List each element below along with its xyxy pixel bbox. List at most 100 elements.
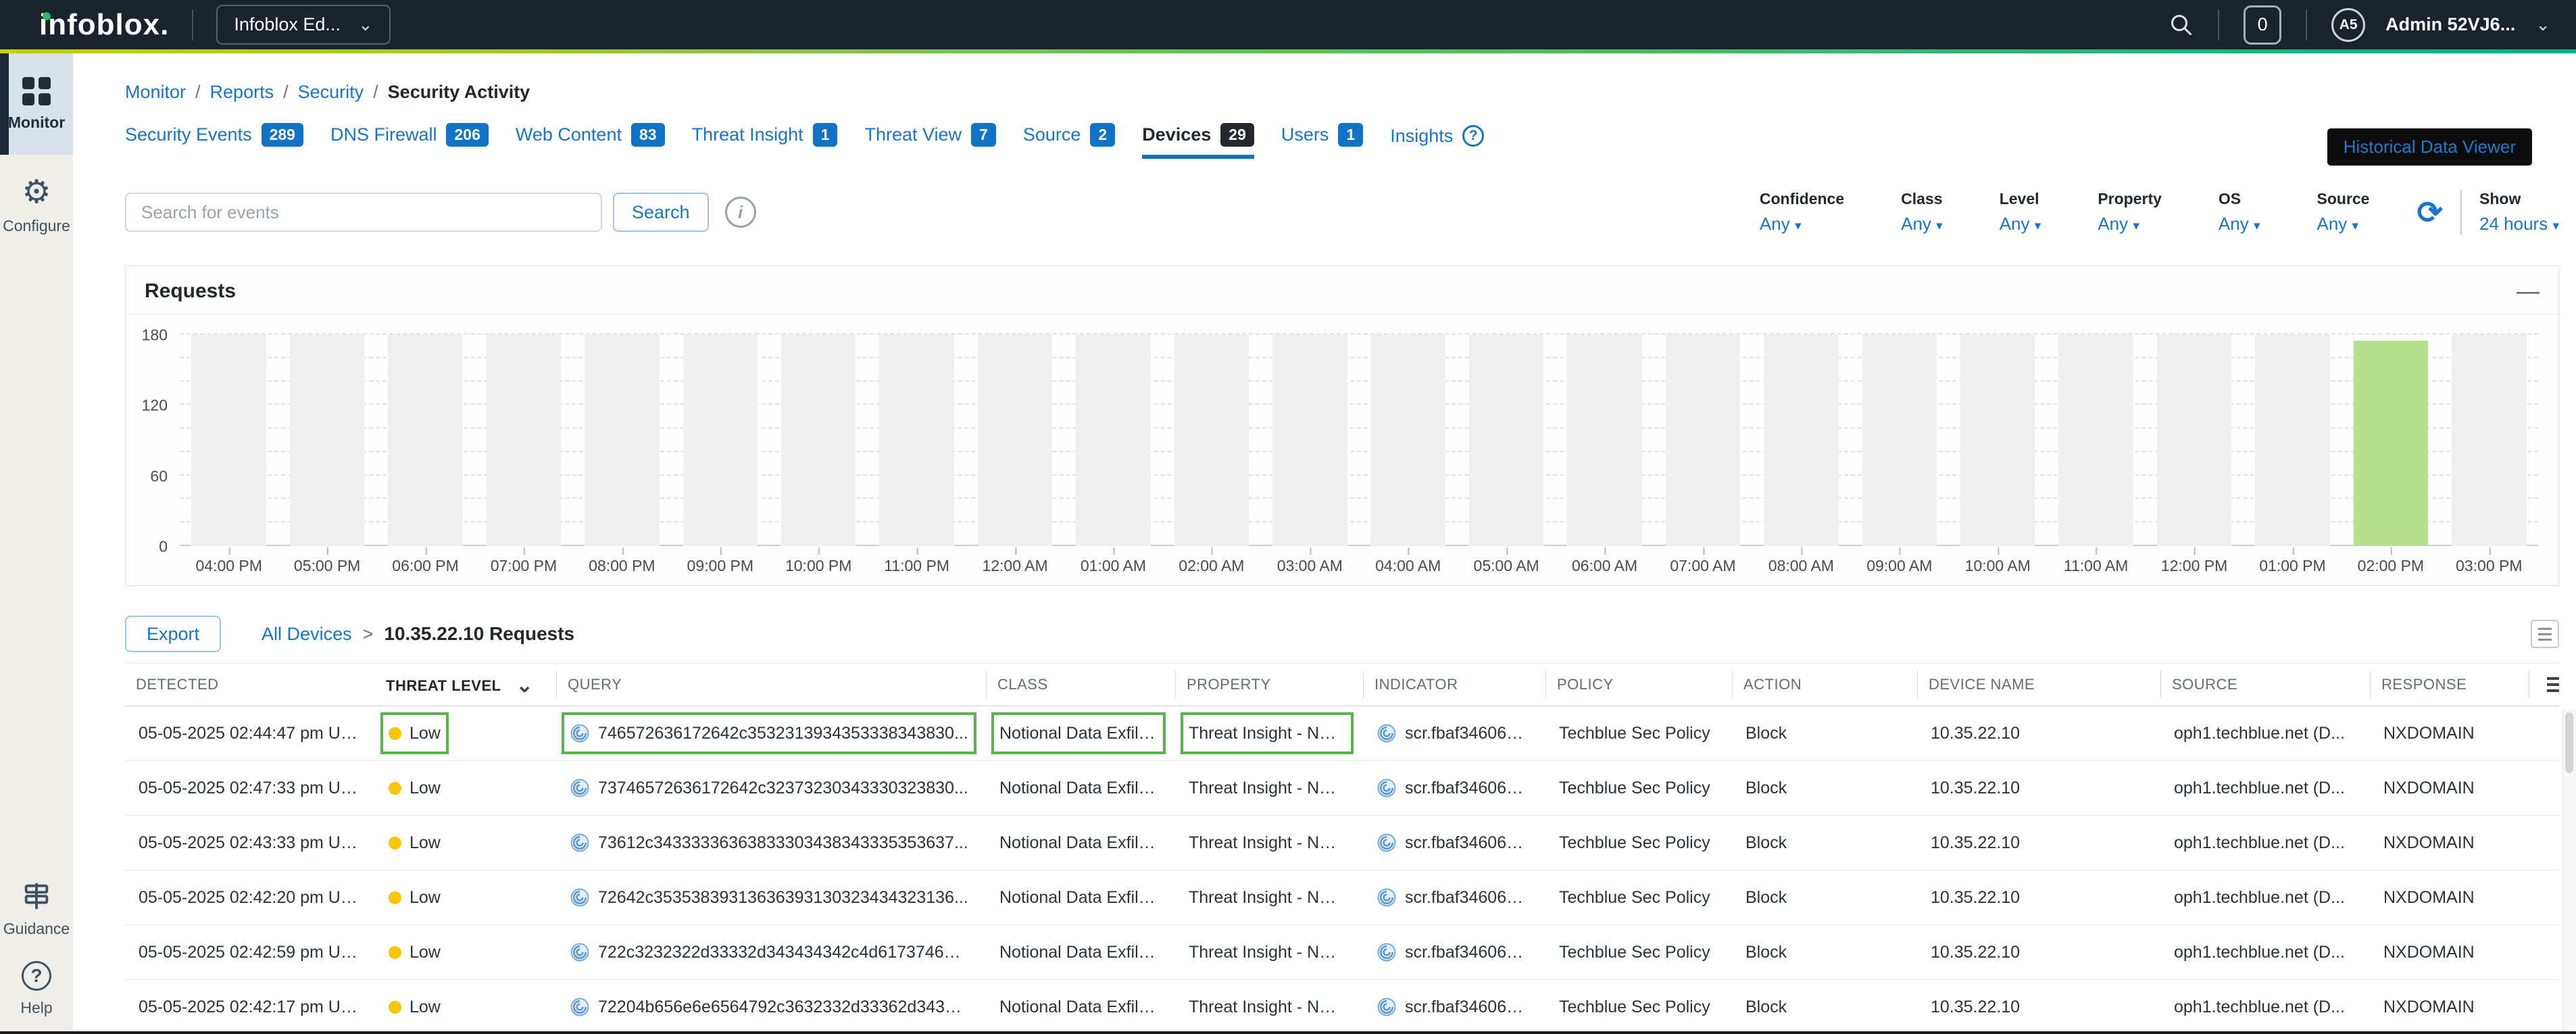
property-cell: Threat Insight - Notio... (1181, 931, 1354, 973)
policy-cell: Techblue Sec Policy (1559, 998, 1710, 1017)
user-menu-label[interactable]: Admin 52VJ6... (2385, 14, 2515, 35)
refresh-icon[interactable]: ⟳ (2417, 194, 2443, 230)
scrollbar-thumb[interactable] (2565, 712, 2573, 773)
filter-dropdown[interactable]: Any ▾ (2219, 214, 2260, 235)
all-devices-link[interactable]: All Devices (262, 624, 352, 645)
tab-threat-insight[interactable]: Threat Insight1 (692, 123, 838, 159)
threat-indicator-icon[interactable] (570, 833, 590, 853)
search-icon[interactable] (2169, 13, 2194, 37)
query-cell: 73612c34333336363833303438343335353637..… (562, 822, 976, 864)
threat-indicator-icon[interactable] (1377, 887, 1397, 908)
tab-web-content[interactable]: Web Content83 (516, 123, 665, 159)
table-row[interactable]: 05-05-2025 02:43:33 pm UTC Low 73612c343… (125, 816, 2559, 870)
column-header-query[interactable]: QUERY (556, 671, 986, 698)
action-cell: Block (1745, 998, 1787, 1017)
info-icon[interactable]: i (725, 197, 756, 228)
sidebar-item-configure[interactable]: ⚙ Configure (0, 155, 73, 256)
x-axis-tick-label: 08:00 PM (589, 557, 655, 575)
table-row[interactable]: 05-05-2025 02:47:33 pm UTC Low 737465726… (125, 761, 2559, 816)
x-axis-tick-label: 04:00 PM (195, 557, 262, 575)
filter-dropdown[interactable]: Any ▾ (2000, 214, 2041, 235)
search-button[interactable]: Search (613, 193, 709, 232)
column-header-action[interactable]: ACTION (1732, 671, 1917, 698)
column-header-threat-level[interactable]: THREAT LEVEL⌄ (375, 671, 556, 698)
column-header-device-name[interactable]: DEVICE NAME (1917, 671, 2160, 698)
table-row[interactable]: 05-05-2025 02:44:47 pm UTC Low 746572636… (125, 706, 2559, 761)
breadcrumb-separator: > (363, 624, 374, 645)
search-input[interactable] (125, 193, 602, 232)
table-row[interactable]: 05-05-2025 02:42:59 pm UTC Low 722c32323… (125, 925, 2559, 980)
chart-hour-band (879, 335, 954, 546)
tab-source[interactable]: Source2 (1023, 123, 1115, 159)
column-header-policy[interactable]: POLICY (1545, 671, 1732, 698)
column-header-class[interactable]: CLASS (986, 671, 1175, 698)
column-menu[interactable] (2529, 671, 2559, 698)
export-button[interactable]: Export (125, 616, 221, 652)
chart-hour-band (1960, 335, 2035, 546)
sidebar-item-help[interactable]: ? Help (0, 949, 73, 1029)
detected-cell: 05-05-2025 02:44:47 pm UTC (139, 724, 362, 743)
help-question-icon[interactable]: ? (1462, 125, 1484, 147)
tab-insights[interactable]: Insights? (1390, 125, 1484, 159)
threat-indicator-icon[interactable] (570, 723, 590, 743)
tab-dns-firewall[interactable]: DNS Firewall206 (330, 123, 489, 159)
threat-indicator-icon[interactable] (570, 997, 590, 1017)
threat-indicator-icon[interactable] (1377, 942, 1397, 962)
requests-panel: Requests — 060120180 04:00 PM05:00 PM06:… (125, 266, 2559, 586)
filter-dropdown[interactable]: Any ▾ (2317, 214, 2370, 235)
column-header-source[interactable]: SOURCE (2160, 671, 2370, 698)
x-axis-tick-label: 01:00 AM (1081, 557, 1146, 575)
table-row[interactable]: 05-05-2025 02:42:17 pm UTC Low 72204b656… (125, 980, 2559, 1034)
main-content: Monitor / Reports / Security / Security … (73, 53, 2576, 1034)
tab-security-events[interactable]: Security Events289 (125, 123, 303, 159)
tab-count-badge: 2 (1090, 123, 1115, 147)
threat-level-cell: Low (380, 822, 449, 864)
sidebar-item-guidance[interactable]: Guidance (0, 869, 73, 949)
collapse-icon[interactable]: — (2517, 286, 2540, 297)
x-axis-tick-label: 03:00 AM (1277, 557, 1343, 575)
source-cell: oph1.techblue.net (D... (2174, 779, 2345, 798)
avatar[interactable]: A5 (2331, 8, 2365, 42)
threat-indicator-icon[interactable] (570, 778, 590, 798)
device-name-cell: 10.35.22.10 (1931, 888, 2020, 908)
filter-dropdown[interactable]: Any ▾ (1760, 214, 1844, 235)
tab-users[interactable]: Users1 (1281, 123, 1363, 159)
chevron-down-icon[interactable]: ⌄ (2535, 20, 2550, 30)
breadcrumb-link-reports[interactable]: Reports (210, 82, 274, 103)
threat-indicator-icon[interactable] (1377, 778, 1397, 798)
threat-indicator-icon[interactable] (570, 887, 590, 908)
column-header-property[interactable]: PROPERTY (1175, 671, 1363, 698)
tab-threat-view[interactable]: Threat View7 (864, 123, 995, 159)
column-header-indicator[interactable]: INDICATOR (1363, 671, 1545, 698)
avatar-initials: A5 (2339, 17, 2358, 33)
filter-dropdown[interactable]: Any ▾ (2098, 214, 2162, 235)
logo-text: infoblox. (39, 8, 169, 41)
class-cell: Notional Data Exfiltra... (991, 986, 1166, 1028)
breadcrumb-link-monitor[interactable]: Monitor (125, 82, 186, 103)
sidebar-item-monitor[interactable]: Monitor (0, 53, 73, 155)
threat-indicator-icon[interactable] (1377, 833, 1397, 853)
column-header-detected[interactable]: DETECTED (125, 671, 375, 698)
threat-indicator-icon[interactable] (1377, 997, 1397, 1017)
column-header-response[interactable]: RESPONSE (2370, 671, 2529, 698)
breadcrumb: Monitor / Reports / Security / Security … (125, 82, 2559, 103)
chart-bar[interactable] (2354, 341, 2429, 546)
table-settings-icon[interactable] (2531, 620, 2559, 648)
breadcrumb-link-security[interactable]: Security (298, 82, 364, 103)
vertical-scrollbar[interactable] (2562, 710, 2576, 1034)
notification-counter[interactable]: 0 (2244, 5, 2281, 45)
sidebar-item-label: Help (20, 999, 52, 1017)
threat-indicator-icon[interactable] (570, 942, 590, 962)
threat-indicator-icon[interactable] (1377, 723, 1397, 743)
chart-hour-band (683, 335, 758, 546)
hamburger-icon[interactable] (2540, 677, 2559, 692)
sidebar-item-label: Guidance (3, 920, 70, 938)
y-axis-tick-label: 60 (126, 467, 168, 485)
table-row[interactable]: 05-05-2025 02:42:20 pm UTC Low 72642c353… (125, 870, 2559, 925)
filter-dropdown[interactable]: Any ▾ (1901, 214, 1943, 235)
tab-devices[interactable]: Devices29 (1142, 123, 1254, 159)
property-cell: Threat Insight - Notio... (1181, 712, 1354, 754)
app-switcher-dropdown[interactable]: Infoblox Ed... ⌄ (216, 5, 390, 45)
show-filter-dropdown[interactable]: 24 hours ▾ (2479, 214, 2559, 235)
historical-data-viewer-button[interactable]: Historical Data Viewer (2327, 128, 2532, 166)
